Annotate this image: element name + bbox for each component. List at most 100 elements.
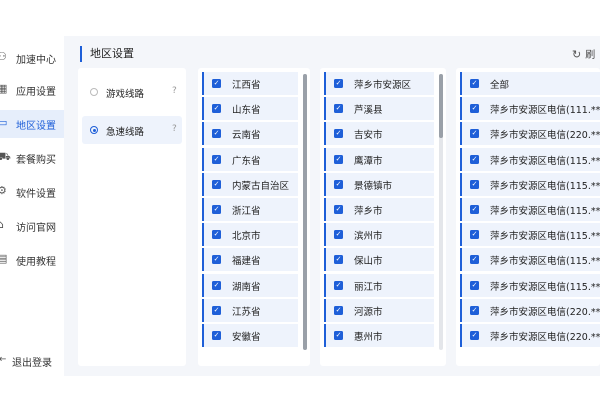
checkbox[interactable]: ✓ bbox=[470, 104, 479, 114]
city-row[interactable]: ✓ 滨州市 bbox=[324, 223, 434, 247]
line-mode-option[interactable]: 游戏线路? bbox=[82, 78, 182, 106]
checkbox[interactable]: ✓ bbox=[470, 205, 479, 214]
city-row-label: 萍乡市安源区 bbox=[354, 80, 412, 91]
province-row[interactable]: ✓ 广东省 bbox=[202, 147, 298, 171]
apps-icon: ▦ bbox=[0, 82, 8, 95]
province-row[interactable]: ✓ 浙江省 bbox=[202, 198, 298, 221]
line-mode-label: 游戏线路 bbox=[106, 89, 145, 100]
city-row[interactable]: ✓ 芦溪县 bbox=[324, 97, 434, 121]
server-row-label: 萍乡市安源区电信(115.** bbox=[490, 256, 600, 268]
city-scroll-thumb[interactable] bbox=[439, 74, 443, 138]
server-row[interactable]: ✓ 萍乡市安源区电信(220.** bbox=[460, 122, 600, 146]
province-list: ✓ 江西省 ✓ 山东省 ✓ 云南省 ✓ 广东省 ✓ 内蒙古自治区 ✓ 浙江省 ✓ 北京市 ✓ 福建省 ✓ 湖南省 ✓… bbox=[198, 68, 310, 366]
radio-button[interactable] bbox=[90, 126, 98, 134]
checkbox[interactable]: ✓ bbox=[212, 255, 221, 265]
checkbox[interactable]: ✓ bbox=[212, 154, 221, 164]
province-row[interactable]: ✓ 安徽省 bbox=[202, 324, 298, 347]
server-row[interactable]: ✓ 萍乡市安源区电信(115.** bbox=[460, 147, 600, 171]
city-row[interactable]: ✓ 惠州市 bbox=[324, 324, 434, 347]
checkbox[interactable]: ✓ bbox=[212, 104, 221, 114]
province-row[interactable]: ✓ 山东省 bbox=[202, 97, 298, 121]
checkbox[interactable]: ✓ bbox=[334, 305, 343, 315]
server-row[interactable]: ✓ 萍乡市安源区电信(115.** bbox=[460, 223, 600, 247]
checkbox[interactable]: ✓ bbox=[212, 205, 221, 214]
checkbox[interactable]: ✓ bbox=[470, 255, 479, 265]
server-row[interactable]: ✓ 萍乡市安源区电信(115.** bbox=[460, 273, 600, 297]
city-row[interactable]: ✓ 鹰潭市 bbox=[324, 147, 434, 171]
province-row[interactable]: ✓ 江苏省 bbox=[202, 298, 298, 322]
province-scrollbar[interactable] bbox=[303, 74, 307, 350]
city-row[interactable]: ✓ 萍乡市安源区 bbox=[324, 72, 434, 95]
province-row[interactable]: ✓ 云南省 bbox=[202, 122, 298, 146]
checkbox[interactable]: ✓ bbox=[470, 230, 479, 240]
city-row[interactable]: ✓ 景德镇市 bbox=[324, 172, 434, 196]
server-row[interactable]: ✓ 萍乡市安源区电信(115.** bbox=[460, 198, 600, 221]
server-row-label: 萍乡市安源区电信(220.** bbox=[490, 306, 600, 318]
sidebar-item-4[interactable]: ⚙ 软件设置 bbox=[0, 178, 64, 206]
home-icon: ⌂ bbox=[0, 218, 4, 231]
province-row-label: 江西省 bbox=[232, 80, 261, 91]
checkbox[interactable]: ✓ bbox=[334, 331, 343, 340]
checkbox[interactable]: ✓ bbox=[470, 79, 479, 88]
checkbox[interactable]: ✓ bbox=[334, 154, 343, 164]
checkbox[interactable]: ✓ bbox=[334, 255, 343, 265]
checkbox[interactable]: ✓ bbox=[212, 305, 221, 315]
checkbox[interactable]: ✓ bbox=[334, 280, 343, 290]
city-row[interactable]: ✓ 河源市 bbox=[324, 298, 434, 322]
city-row[interactable]: ✓ 保山市 bbox=[324, 248, 434, 272]
sidebar-item-3[interactable]: ⛟ 套餐购买 bbox=[0, 144, 64, 172]
checkbox[interactable]: ✓ bbox=[212, 230, 221, 240]
server-row[interactable]: ✓ 萍乡市安源区电信(220.** bbox=[460, 324, 600, 347]
sidebar-item-5[interactable]: ⌂ 访问官网 bbox=[0, 212, 64, 240]
city-row-label: 惠州市 bbox=[354, 332, 383, 343]
server-row[interactable]: ✓ 萍乡市安源区电信(111.** bbox=[460, 97, 600, 121]
server-row-label: 萍乡市安源区电信(220.** bbox=[490, 332, 600, 343]
sidebar-item-0[interactable]: ⚇ 加速中心 bbox=[0, 44, 64, 72]
server-row[interactable]: ✓ 萍乡市安源区电信(115.** bbox=[460, 172, 600, 196]
checkbox[interactable]: ✓ bbox=[334, 104, 343, 114]
sidebar-item-label: 应用设置 bbox=[16, 87, 56, 98]
monitor-icon: ▭ bbox=[0, 116, 8, 129]
sidebar-item-2[interactable]: ▭ 地区设置 bbox=[0, 110, 64, 138]
city-row[interactable]: ✓ 吉安市 bbox=[324, 122, 434, 146]
checkbox[interactable]: ✓ bbox=[212, 280, 221, 290]
help-icon[interactable]: ? bbox=[172, 86, 177, 96]
sidebar-item-1[interactable]: ▦ 应用设置 bbox=[0, 76, 64, 104]
checkbox[interactable]: ✓ bbox=[470, 179, 479, 189]
checkbox[interactable]: ✓ bbox=[470, 280, 479, 290]
line-mode-option[interactable]: 急速线路? bbox=[82, 116, 182, 144]
checkbox[interactable]: ✓ bbox=[470, 129, 479, 139]
checkbox[interactable]: ✓ bbox=[470, 331, 479, 340]
server-row[interactable]: ✓ 萍乡市安源区电信(115.** bbox=[460, 248, 600, 272]
checkbox[interactable]: ✓ bbox=[334, 230, 343, 240]
refresh-button[interactable]: ↻ 刷 bbox=[572, 46, 595, 61]
help-icon[interactable]: ? bbox=[172, 124, 177, 134]
server-row[interactable]: ✓ 全部 bbox=[460, 72, 600, 95]
province-row[interactable]: ✓ 江西省 bbox=[202, 72, 298, 95]
checkbox[interactable]: ✓ bbox=[334, 79, 343, 88]
checkbox[interactable]: ✓ bbox=[212, 129, 221, 139]
checkbox[interactable]: ✓ bbox=[212, 331, 221, 340]
province-row[interactable]: ✓ 湖南省 bbox=[202, 273, 298, 297]
province-scroll-thumb[interactable] bbox=[303, 74, 307, 350]
city-row[interactable]: ✓ 萍乡市 bbox=[324, 198, 434, 221]
sidebar-item-label: 使用教程 bbox=[16, 257, 56, 268]
checkbox[interactable]: ✓ bbox=[212, 79, 221, 88]
checkbox[interactable]: ✓ bbox=[470, 305, 479, 315]
checkbox[interactable]: ✓ bbox=[470, 154, 479, 164]
checkbox[interactable]: ✓ bbox=[334, 179, 343, 189]
checkbox[interactable]: ✓ bbox=[334, 129, 343, 139]
radio-button[interactable] bbox=[90, 88, 98, 96]
logout-button[interactable]: ⇤ 退出登录 bbox=[0, 352, 64, 370]
sidebar-item-6[interactable]: ▤ 使用教程 bbox=[0, 246, 64, 274]
city-row[interactable]: ✓ 丽江市 bbox=[324, 273, 434, 297]
province-row[interactable]: ✓ 福建省 bbox=[202, 248, 298, 272]
checkbox[interactable]: ✓ bbox=[334, 205, 343, 214]
province-row[interactable]: ✓ 北京市 bbox=[202, 223, 298, 247]
line-mode-label: 急速线路 bbox=[106, 127, 145, 138]
server-row-label: 萍乡市安源区电信(115.** bbox=[490, 206, 600, 217]
province-row[interactable]: ✓ 内蒙古自治区 bbox=[202, 172, 298, 196]
city-scrollbar[interactable] bbox=[439, 74, 443, 350]
checkbox[interactable]: ✓ bbox=[212, 179, 221, 189]
server-row[interactable]: ✓ 萍乡市安源区电信(220.** bbox=[460, 298, 600, 322]
